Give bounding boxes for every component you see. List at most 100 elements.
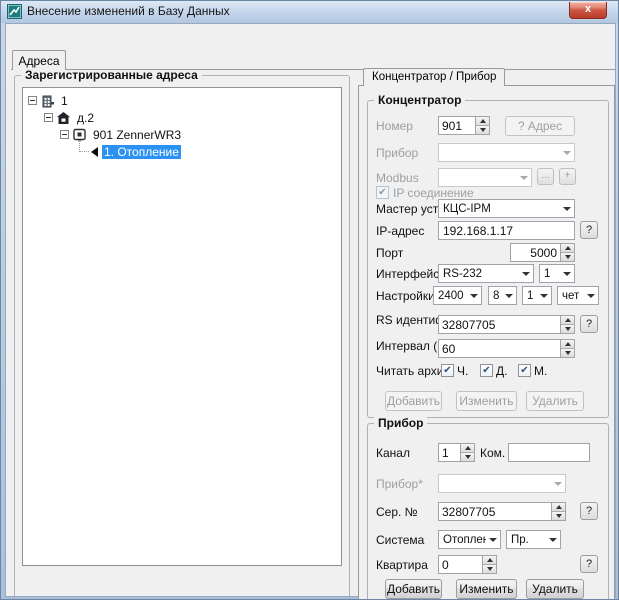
- master-device-combo[interactable]: КЦС-IPM: [438, 199, 575, 218]
- modbus-add-button[interactable]: +: [559, 168, 576, 185]
- chevron-down-icon: [502, 294, 516, 298]
- chevron-down-icon: [551, 482, 565, 486]
- group-title: Концентратор: [374, 93, 465, 107]
- spinner-arrows-icon[interactable]: [551, 503, 565, 520]
- house-icon: [56, 111, 71, 125]
- spinner-arrows-icon[interactable]: [560, 340, 574, 357]
- registered-addresses-group: Зарегистрированные адреса 1: [14, 75, 350, 600]
- port-spinner[interactable]: 5000: [510, 243, 575, 262]
- tab-strip-divider: [11, 69, 615, 70]
- ip-connection-checkbox[interactable]: ✔: [376, 186, 389, 199]
- tree-row[interactable]: 1: [23, 92, 341, 109]
- interface-label: Интерфейс: [376, 267, 439, 281]
- system-combo[interactable]: Отопление: [438, 530, 501, 549]
- device-delete-button[interactable]: Удалить: [526, 579, 584, 599]
- check-icon: ✔: [378, 188, 386, 198]
- building-icon: [40, 94, 55, 108]
- com-label: Ком.: [480, 446, 505, 460]
- flat-label: Квартира: [376, 558, 428, 572]
- node-arrow-icon: [91, 147, 98, 157]
- device-combo-label: Прибор*: [376, 477, 423, 491]
- client-area: Адреса Зарегистрированные адреса 1: [5, 23, 616, 597]
- concentrator-delete-button[interactable]: Удалить: [526, 391, 584, 411]
- tree-node-label-selected[interactable]: 1. Отопление: [102, 145, 181, 159]
- title-bar[interactable]: Внесение изменений в Базу Данных x: [1, 1, 619, 23]
- check-icon: ✔: [443, 366, 451, 376]
- archive-month-checkbox[interactable]: ✔: [518, 364, 531, 377]
- system-extra-combo[interactable]: Пр.: [506, 530, 561, 549]
- concentrator-device-page: Концентратор Номер 901 ? Адрес Прибор Mo…: [358, 85, 615, 600]
- parity-combo[interactable]: чет: [557, 286, 599, 305]
- expand-minus-icon[interactable]: [28, 96, 37, 105]
- check-icon: ✔: [482, 366, 490, 376]
- address-tree[interactable]: 1 д.2: [22, 87, 342, 566]
- tree-connector: [79, 140, 89, 152]
- baud-combo[interactable]: 2400: [433, 286, 482, 305]
- check-icon: ✔: [520, 366, 528, 376]
- rs-id-spinner[interactable]: 32807705: [438, 315, 575, 334]
- device-combo[interactable]: [438, 143, 575, 162]
- serial-label: Сер. №: [376, 505, 418, 519]
- tree-node-label[interactable]: д.2: [75, 111, 96, 125]
- interface-channel-combo[interactable]: 1: [539, 264, 575, 283]
- port-label: Порт: [376, 246, 403, 260]
- serial-help-button[interactable]: ?: [580, 502, 598, 520]
- dialog-window: Внесение изменений в Базу Данных x Адрес…: [0, 0, 619, 600]
- tab-concentrator-device[interactable]: Концентратор / Прибор: [363, 68, 505, 86]
- tree-node-label[interactable]: 901 ZennerWR3: [91, 128, 183, 142]
- spinner-arrows-icon[interactable]: [475, 117, 489, 134]
- archive-day-checkbox[interactable]: ✔: [480, 364, 493, 377]
- tab-adresa[interactable]: Адреса: [12, 50, 66, 70]
- modbus-label: Modbus: [376, 171, 419, 185]
- device-group: Прибор Канал 1 Ком. Прибор* Сер. № 32807…: [367, 423, 609, 600]
- device-combo-label: Прибор: [376, 146, 418, 160]
- interface-combo[interactable]: RS-232: [438, 264, 534, 283]
- expand-minus-icon[interactable]: [60, 130, 69, 139]
- tree-row[interactable]: 1. Отопление: [23, 143, 341, 160]
- spinner-arrows-icon[interactable]: [560, 316, 574, 333]
- channel-label: Канал: [376, 446, 410, 460]
- stopbits-combo[interactable]: 1: [522, 286, 552, 305]
- system-label: Система: [376, 533, 424, 547]
- modbus-combo[interactable]: [438, 168, 532, 187]
- chevron-down-icon: [486, 538, 500, 542]
- expand-minus-icon[interactable]: [44, 113, 53, 122]
- address-query-button[interactable]: ? Адрес: [505, 116, 575, 136]
- device-add-button[interactable]: Добавить: [385, 579, 442, 599]
- ip-address-field[interactable]: 192.168.1.17: [438, 221, 575, 240]
- chevron-down-icon: [546, 538, 560, 542]
- modbus-more-button[interactable]: ...: [537, 168, 554, 185]
- tree-node-label[interactable]: 1: [59, 94, 70, 108]
- databits-combo[interactable]: 8: [488, 286, 517, 305]
- app-chart-icon: [7, 4, 22, 19]
- spinner-arrows-icon[interactable]: [460, 444, 474, 461]
- flat-help-button[interactable]: ?: [580, 555, 598, 573]
- settings-label: Настройки: [376, 289, 435, 303]
- device-edit-button[interactable]: Изменить: [456, 579, 517, 599]
- ip-help-button[interactable]: ?: [580, 221, 598, 239]
- chevron-down-icon: [467, 294, 481, 298]
- spinner-arrows-icon[interactable]: [560, 244, 574, 261]
- rs-help-button[interactable]: ?: [580, 315, 598, 333]
- chevron-down-icon: [560, 207, 574, 211]
- archive-month-label: М.: [534, 364, 547, 378]
- flat-spinner[interactable]: 0: [438, 555, 497, 574]
- chevron-down-icon: [517, 176, 531, 180]
- ip-address-label: IP-адрес: [376, 224, 424, 238]
- spinner-arrows-icon[interactable]: [482, 556, 496, 573]
- number-spinner[interactable]: 901: [438, 116, 490, 135]
- concentrator-add-button[interactable]: Добавить: [385, 391, 442, 411]
- tree-row[interactable]: д.2: [23, 109, 341, 126]
- com-field[interactable]: [508, 443, 590, 462]
- device-type-combo[interactable]: [438, 474, 566, 493]
- serial-spinner[interactable]: 32807705: [438, 502, 566, 521]
- group-title: Зарегистрированные адреса: [21, 68, 202, 82]
- archive-hour-checkbox[interactable]: ✔: [441, 364, 454, 377]
- chevron-down-icon: [584, 294, 598, 298]
- channel-spinner[interactable]: 1: [438, 443, 475, 462]
- close-icon[interactable]: x: [569, 2, 607, 19]
- interval-spinner[interactable]: 60: [438, 339, 575, 358]
- tree-row[interactable]: 901 ZennerWR3: [23, 126, 341, 143]
- chevron-down-icon: [519, 272, 533, 276]
- concentrator-edit-button[interactable]: Изменить: [456, 391, 517, 411]
